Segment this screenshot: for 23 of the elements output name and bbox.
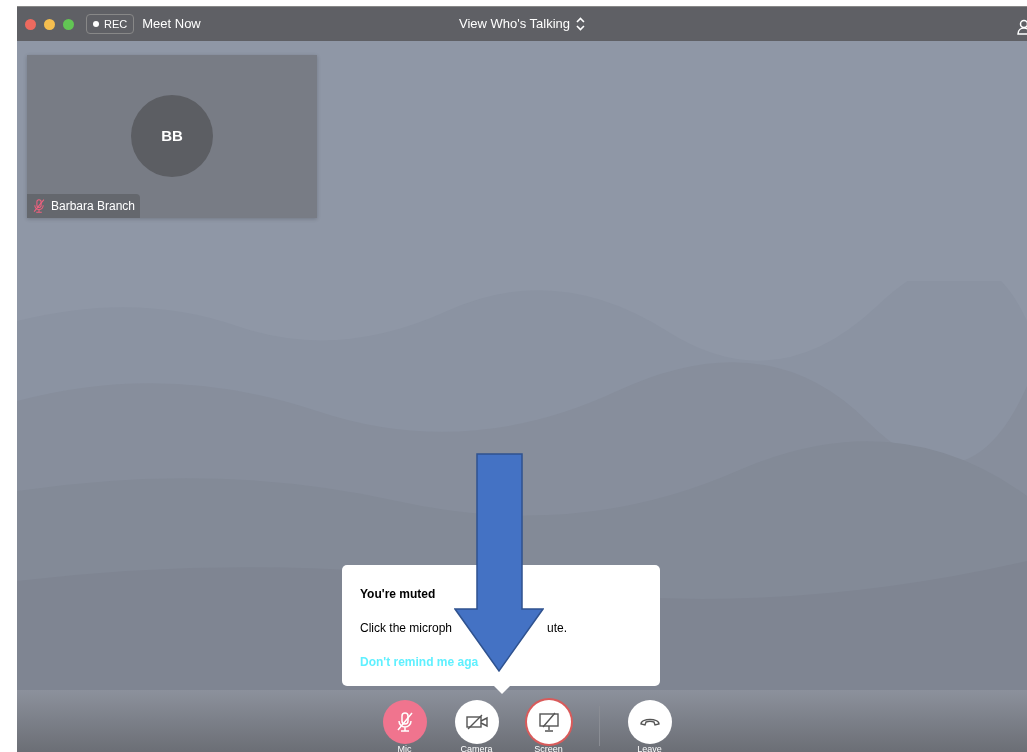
screen-button[interactable]	[526, 700, 571, 744]
view-selector[interactable]: View Who's Talking	[452, 13, 592, 35]
window-control-button[interactable]	[63, 18, 74, 30]
chevron-updown-icon	[576, 17, 586, 31]
control-label: Screen	[534, 745, 563, 752]
participant-name: Barbara Branch	[51, 198, 136, 215]
control-label: Leave	[637, 745, 662, 752]
popup-message: ute.	[547, 620, 568, 637]
camera-off-icon	[464, 713, 489, 731]
phone-hangup-icon	[638, 716, 661, 728]
avatar: BB	[131, 95, 213, 177]
record-button[interactable]: REC	[86, 13, 135, 35]
screen-share-off-icon	[537, 711, 560, 733]
window-title: Meet Now	[142, 15, 201, 34]
popup-message: Click the microph	[360, 620, 453, 637]
mic-button[interactable]	[382, 700, 427, 744]
microphone-off-icon	[394, 711, 415, 733]
control-label: Mic	[397, 745, 412, 752]
leave-button[interactable]	[627, 700, 672, 744]
popup-title: You're muted	[360, 586, 437, 603]
window-control-button[interactable]	[44, 18, 55, 30]
control-label: Camera	[460, 745, 493, 752]
camera-button[interactable]	[454, 700, 499, 744]
